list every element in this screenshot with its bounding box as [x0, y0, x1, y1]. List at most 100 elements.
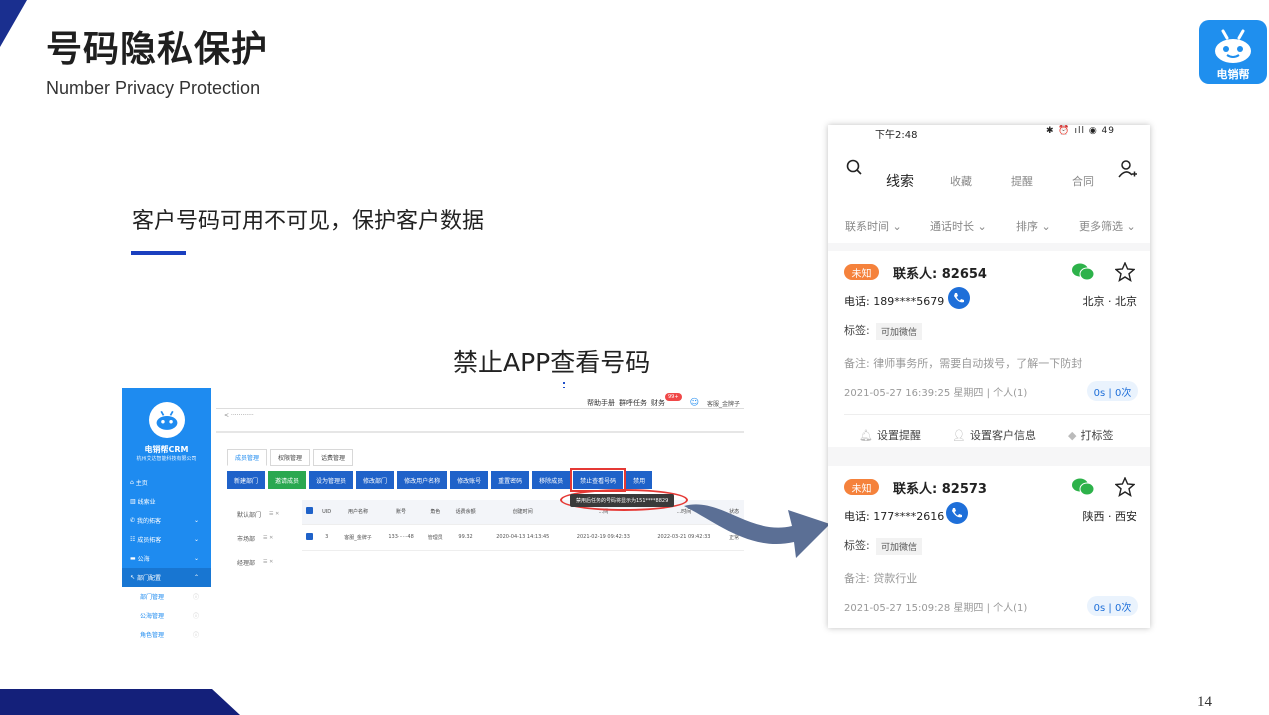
info-icon: ⓘ — [192, 613, 199, 620]
set-admin-button[interactable]: 设为管理员 — [309, 471, 354, 489]
select-all-checkbox[interactable] — [302, 500, 318, 525]
member-table: UID 用户名称 账号 角色 话费余额 创建时间 ...间 ...时间 状态 3… — [302, 500, 744, 551]
set-customer-info-button[interactable]: 👤︎ 设置客户信息 — [952, 427, 1036, 443]
tab-reminders[interactable]: 提醒 — [1011, 173, 1033, 189]
crm-nav-member-prospects[interactable]: ☷ 成员拓客 ⌄ — [122, 530, 211, 549]
row-checkbox[interactable] — [302, 524, 318, 551]
robot-icon — [156, 410, 178, 430]
crm-back-link[interactable]: < ············ — [224, 412, 254, 419]
phone-icon: ✆ — [130, 517, 137, 524]
star-icon[interactable] — [1115, 262, 1135, 282]
crm-user-name[interactable]: 客服_金牌子 — [707, 399, 740, 408]
crm-screenshot: 电销帮CRM 杭州艾达智能科技有限公司 ⌂ 主页 ▥ 线索业 ✆ 我的拓客 ⌄ ☷… — [122, 388, 744, 642]
crm-subnav-role[interactable]: 角色管理 ⓘ — [122, 625, 211, 642]
dept-ops[interactable]: ☰ ✕ — [263, 535, 273, 541]
tag-chip[interactable]: 可加微信 — [876, 538, 923, 555]
dept-ops[interactable]: ☰ ✕ — [269, 511, 279, 517]
action-label: 设置提醒 — [876, 429, 921, 442]
lead-card[interactable]: 未知 联系人: 82573 电话: 177****2616 陕西 · 西安 标签… — [828, 466, 1150, 628]
tool-icon: ↖ — [130, 574, 137, 581]
tagline: 客户号码可用不可见，保护客户数据 — [132, 209, 485, 234]
table-cell: 客服_金牌子 — [335, 524, 381, 551]
tagline-underline — [131, 251, 186, 255]
tag-label: 标签: — [844, 324, 870, 337]
edit-username-button[interactable]: 修改用户名称 — [397, 471, 448, 489]
robot-icon — [1215, 29, 1251, 63]
tab-leads[interactable]: 线索 — [886, 171, 914, 191]
tab-member-management[interactable]: 成员管理 — [227, 449, 268, 466]
tab-contracts[interactable]: 合同 — [1072, 173, 1094, 189]
crm-subnav-dept[interactable]: 部门管理 ⓘ — [122, 587, 211, 606]
crm-subnav-label: 公海管理 — [140, 613, 165, 620]
hide-number-button[interactable]: 禁止查看号码 — [570, 468, 627, 492]
action-label: 打标签 — [1080, 429, 1114, 442]
crm-nav-my-prospects[interactable]: ✆ 我的拓客 ⌄ — [122, 511, 211, 530]
logo-label: 电销帮 — [1216, 68, 1250, 81]
list-item[interactable]: 默认部门 ☰ ✕ — [227, 502, 297, 526]
group-call-link[interactable]: 群呼任务 — [619, 398, 647, 408]
crm-logo-avatar — [149, 402, 185, 438]
table-cell: 99.32 — [448, 524, 483, 551]
star-icon[interactable] — [1115, 477, 1135, 497]
crm-nav-dept-config[interactable]: ↖ 部门配置 ⌃ — [122, 568, 211, 587]
brand-logo: 电销帮 — [1199, 20, 1267, 84]
remove-member-button[interactable]: 移除成员 — [532, 471, 571, 489]
table-row[interactable]: 3 客服_金牌子 133······48 管理员 99.32 2020-04-1… — [302, 524, 744, 551]
crm-subnav-pool[interactable]: 公海管理 ⓘ — [122, 606, 211, 625]
chevron-down-icon: ⌄ — [193, 555, 199, 562]
add-user-icon[interactable] — [1118, 159, 1138, 179]
add-tag-button[interactable]: ◆ 打标签 — [1068, 427, 1113, 443]
wechat-icon[interactable] — [1072, 263, 1094, 281]
phone-number: 电话: 189****5679 — [844, 295, 945, 308]
new-dept-button[interactable]: 新建部门 — [227, 471, 266, 489]
filter-call-duration[interactable]: 通话时长 ⌄ — [930, 218, 987, 234]
edit-account-button[interactable]: 修改账号 — [450, 471, 489, 489]
folder-icon: ▬ — [130, 555, 138, 562]
col-header: 角色 — [421, 500, 449, 525]
help-link[interactable]: 帮助手册 — [587, 398, 615, 408]
lead-card[interactable]: 未知 联系人: 82654 电话: 189****5679 北京 · 北京 标签… — [828, 251, 1150, 447]
action-label: 设置客户信息 — [969, 429, 1036, 442]
crm-tabs: 成员管理 权限管理 话费管理 — [227, 449, 354, 466]
footer-bar — [0, 689, 240, 715]
contact-name: 联系人: 82654 — [893, 267, 987, 282]
call-count: 0s | 0次 — [1087, 596, 1138, 616]
call-button[interactable] — [948, 287, 970, 309]
col-header: UID — [317, 500, 336, 525]
col-header: 用户名称 — [335, 500, 381, 525]
filter-contact-time[interactable]: 联系时间 ⌄ — [845, 218, 902, 234]
avatar[interactable]: ☺ — [690, 398, 699, 408]
remark: 备注: 律师事务所，需要自动拨号，了解一下防封 — [844, 357, 1083, 370]
chevron-down-icon: ⌄ — [193, 536, 199, 543]
table-cell: 2020-04-13 14:13:45 — [482, 524, 564, 551]
phone-icon — [952, 508, 962, 518]
reset-password-button[interactable]: 重置密码 — [491, 471, 530, 489]
call-button[interactable] — [946, 502, 968, 524]
filter-sort[interactable]: 排序 ⌄ — [1016, 218, 1051, 234]
finance-link[interactable]: 财务 — [651, 398, 665, 408]
tab-call-fee-management[interactable]: 话费管理 — [313, 449, 354, 466]
search-icon[interactable] — [846, 159, 862, 175]
dept-ops[interactable]: ☰ ✕ — [263, 559, 273, 565]
edit-dept-button[interactable]: 修改部门 — [356, 471, 395, 489]
chevron-down-icon: ⌄ — [193, 517, 199, 524]
list-item[interactable]: 经理部 ☰ ✕ — [227, 550, 297, 574]
chevron-up-icon: ⌃ — [193, 574, 199, 581]
list-item[interactable]: 市场部 ☰ ✕ — [227, 526, 297, 550]
call-count: 0s | 0次 — [1087, 381, 1138, 401]
corner-accent — [0, 0, 27, 47]
filter-more[interactable]: 更多筛选 ⌄ — [1079, 218, 1136, 234]
crm-nav-home[interactable]: ⌂ 主页 — [122, 473, 211, 492]
col-header: 账号 — [380, 500, 422, 525]
tab-permission-management[interactable]: 权限管理 — [270, 449, 311, 466]
tab-favorites[interactable]: 收藏 — [950, 173, 972, 189]
set-reminder-button[interactable]: 🔔︎ 设置提醒 — [859, 427, 921, 443]
crm-nav-leads[interactable]: ▥ 线索业 — [122, 492, 211, 511]
phone-icon — [954, 293, 964, 303]
crm-nav-public-pool[interactable]: ▬ 公海 ⌄ — [122, 549, 211, 568]
disable-button[interactable]: 禁用 — [626, 471, 653, 489]
wechat-icon[interactable] — [1072, 478, 1094, 496]
tag-chip[interactable]: 可加微信 — [876, 323, 923, 340]
slide-subtitle: Number Privacy Protection — [46, 78, 261, 98]
invite-member-button[interactable]: 邀请成员 — [268, 471, 307, 489]
